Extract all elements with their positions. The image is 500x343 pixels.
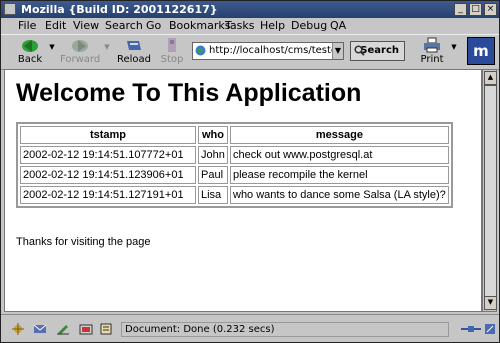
url-text: http://localhost/cms/testcms.p: [209, 45, 343, 56]
menu-help[interactable]: Help: [260, 19, 285, 32]
browser-window: Mozilla {Build ID: 2001122617} _ □ × Fil…: [0, 0, 500, 343]
cell-who: Paul: [198, 166, 228, 184]
search-icon: [354, 45, 365, 56]
title-bar: Mozilla {Build ID: 2001122617} _ □ ×: [1, 1, 499, 18]
url-dropdown-button[interactable]: ▼: [332, 43, 343, 59]
scroll-down-arrow-icon[interactable]: ▼: [484, 296, 497, 310]
message-table: tstamp who message 2002-02-12 19:14:51.1…: [16, 122, 453, 208]
window-menu-button[interactable]: [4, 3, 16, 15]
menu-go[interactable]: Go: [146, 19, 161, 32]
url-field[interactable]: http://localhost/cms/testcms.p ▼: [192, 42, 344, 60]
mail-icon[interactable]: [33, 323, 47, 335]
maximize-button[interactable]: □: [469, 3, 482, 16]
scroll-thumb[interactable]: [484, 85, 497, 297]
menu-file[interactable]: File: [18, 19, 36, 32]
stop-label: Stop: [160, 54, 184, 65]
forward-label: Forward: [60, 54, 101, 65]
cell-tstamp: 2002-02-12 19:14:51.107772+01: [20, 146, 196, 164]
search-label: Search: [360, 45, 399, 56]
menu-bar: File Edit View Search Go Bookmarks Tasks…: [1, 18, 499, 34]
back-arrow-icon: [22, 40, 38, 52]
chat-icon[interactable]: [79, 323, 93, 335]
table-row: 2002-02-12 19:14:51.123906+01 Paul pleas…: [20, 166, 449, 184]
window-title: Mozilla {Build ID: 2001122617}: [21, 3, 218, 16]
cell-who: John: [198, 146, 228, 164]
back-button[interactable]: Back: [15, 37, 45, 67]
cell-tstamp: 2002-02-12 19:14:51.127191+01: [20, 186, 196, 204]
back-label: Back: [17, 54, 43, 65]
page-heading: Welcome To This Application: [16, 79, 362, 107]
menu-tasks[interactable]: Tasks: [225, 19, 254, 32]
menu-edit[interactable]: Edit: [45, 19, 66, 32]
forward-arrow-icon: [72, 40, 88, 52]
table-row: 2002-02-12 19:14:51.107772+01 John check…: [20, 146, 449, 164]
header-tstamp: tstamp: [20, 126, 196, 144]
cell-message: please recompile the kernel: [230, 166, 449, 184]
cell-tstamp: 2002-02-12 19:14:51.123906+01: [20, 166, 196, 184]
stop-button[interactable]: Stop: [158, 37, 186, 67]
vertical-scrollbar[interactable]: ▲ ▼: [482, 69, 497, 312]
status-text: Document: Done (0.232 secs): [121, 322, 449, 337]
menu-debug[interactable]: Debug: [291, 19, 327, 32]
minimize-button[interactable]: _: [454, 3, 467, 16]
print-button[interactable]: Print: [417, 37, 447, 67]
menu-search[interactable]: Search: [105, 19, 143, 32]
page-globe-icon: [195, 45, 206, 56]
cell-message: check out www.postgresql.at: [230, 146, 449, 164]
reload-icon: [127, 41, 141, 50]
address-book-icon[interactable]: [99, 323, 113, 335]
cell-who: Lisa: [198, 186, 228, 204]
navigator-icon[interactable]: [11, 323, 25, 335]
forward-button[interactable]: Forward: [60, 37, 100, 67]
mozilla-logo[interactable]: m: [467, 37, 495, 65]
cell-message: who wants to dance some Salsa (LA style)…: [230, 186, 449, 204]
table-header-row: tstamp who message: [20, 126, 449, 144]
scroll-up-arrow-icon[interactable]: ▲: [484, 71, 497, 85]
composer-icon[interactable]: [56, 323, 70, 335]
status-bar: Document: Done (0.232 secs): [1, 314, 499, 343]
header-who: who: [198, 126, 228, 144]
close-button[interactable]: ×: [484, 3, 497, 16]
page-content: Welcome To This Application tstamp who m…: [4, 69, 482, 312]
search-button[interactable]: Search: [350, 41, 405, 61]
menu-view[interactable]: View: [73, 19, 99, 32]
resize-grip-icon[interactable]: [485, 324, 495, 334]
footer-text: Thanks for visiting the page: [16, 236, 151, 248]
printer-icon: [424, 37, 440, 53]
reload-button[interactable]: Reload: [117, 37, 151, 67]
table-row: 2002-02-12 19:14:51.127191+01 Lisa who w…: [20, 186, 449, 204]
menu-bookmarks[interactable]: Bookmarks: [169, 19, 230, 32]
header-message: message: [230, 126, 449, 144]
navigation-toolbar: Back ▼ Forward ▼ Reload Stop http://loca…: [1, 34, 499, 70]
menu-qa[interactable]: QA: [330, 19, 346, 32]
reload-label: Reload: [117, 54, 152, 65]
stop-icon: [168, 38, 176, 52]
print-label: Print: [420, 54, 444, 65]
online-connection-icon[interactable]: [461, 324, 481, 334]
